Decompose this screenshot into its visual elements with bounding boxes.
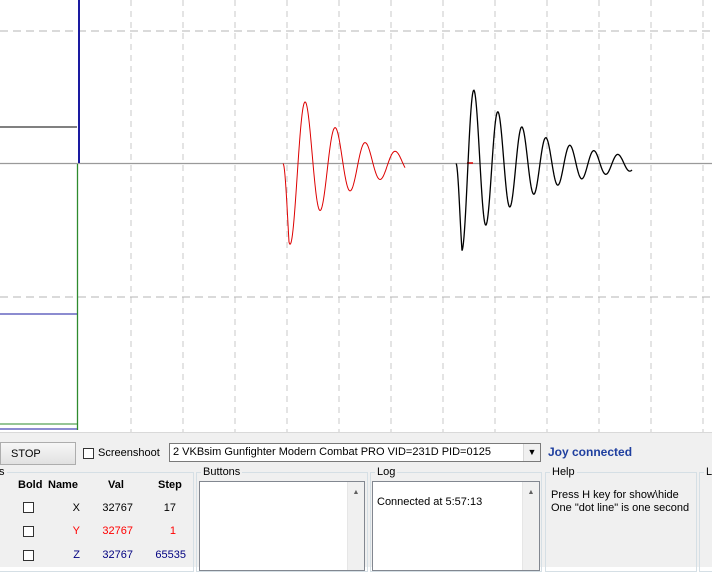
axis-name-z: Z xyxy=(73,549,80,561)
black-wave-trace xyxy=(455,89,633,251)
help-line-2: One "dot line" is one second xyxy=(551,502,690,514)
col-val-header: Val xyxy=(108,479,124,491)
limits-group-title: Li xyxy=(704,465,712,479)
axis-name-x: X xyxy=(72,502,80,514)
buttons-list[interactable]: ▲ xyxy=(199,481,365,571)
device-select[interactable]: 2 VKBsim Gunfighter Modern Combat PRO VI… xyxy=(169,443,541,462)
red-wave-trace xyxy=(282,101,406,245)
col-bold-header: Bold xyxy=(18,479,43,491)
stop-button[interactable]: STOP xyxy=(0,442,76,465)
axes-group-title: s xyxy=(0,465,7,479)
buttons-group-title: Buttons xyxy=(201,465,243,479)
plot-canvas xyxy=(0,0,712,432)
axis-val-z: 32767 xyxy=(102,549,133,561)
axis-val-x: 32767 xyxy=(102,502,133,514)
scroll-up-arrow-icon[interactable]: ▲ xyxy=(523,484,539,500)
axis-step-x: 17 xyxy=(163,502,176,514)
scroll-up-arrow-icon[interactable]: ▲ xyxy=(348,484,364,500)
bold-checkbox-x[interactable] xyxy=(23,502,34,513)
limits-group: Li xyxy=(699,465,712,572)
log-group-title: Log xyxy=(375,465,398,479)
chevron-down-icon[interactable]: ▼ xyxy=(523,444,540,461)
bold-checkbox-z[interactable] xyxy=(23,550,34,561)
control-panel: STOP Screenshoot 2 VKBsim Gunfighter Mod… xyxy=(0,432,712,572)
device-select-value: 2 VKBsim Gunfighter Modern Combat PRO VI… xyxy=(173,446,491,458)
screenshot-label: Screenshoot xyxy=(98,447,160,459)
vertical-grid-lines xyxy=(130,0,704,432)
help-line-1: Press H key for show\hide xyxy=(551,489,679,501)
axis-step-z: 65535 xyxy=(155,549,186,561)
help-group-title: Help xyxy=(550,465,577,479)
status-text: Joy connected xyxy=(548,445,633,459)
axis-step-y: 1 xyxy=(169,525,176,537)
col-name-header: Name xyxy=(48,479,78,491)
axis-name-y: Y xyxy=(72,525,80,537)
screenshot-checkbox[interactable] xyxy=(83,448,94,459)
col-step-header: Step xyxy=(158,479,182,491)
stop-button-label: STOP xyxy=(11,447,41,460)
buttons-scrollbar[interactable]: ▲ xyxy=(347,482,364,570)
bold-checkbox-y[interactable] xyxy=(23,526,34,537)
log-scrollbar[interactable]: ▲ xyxy=(522,482,539,570)
help-group: Help Press H key for show\hide One "dot … xyxy=(545,465,697,572)
log-entry: Connected at 5:57:13 xyxy=(377,496,483,508)
axis-val-y: 32767 xyxy=(102,525,133,537)
signal-plot xyxy=(0,0,712,432)
log-list[interactable]: Connected at 5:57:13 ▲ xyxy=(372,481,540,571)
